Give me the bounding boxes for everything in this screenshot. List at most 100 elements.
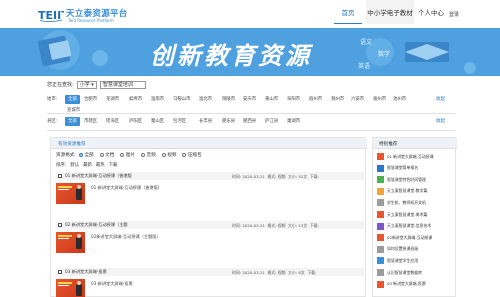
resource-format: 格式: 视频	[267, 174, 286, 179]
resource-subtitle[interactable]: 03 新讲堂大屏端-投票	[91, 281, 133, 287]
region-label: 地市:	[47, 97, 58, 102]
featured-item[interactable]: 认识智慧课堂数据库	[377, 268, 455, 277]
featured-item[interactable]: 智慧课堂特色时间管理	[377, 175, 455, 184]
format-option[interactable]: 文档	[99, 152, 114, 158]
search-input[interactable]: 智慧课堂培训	[99, 80, 146, 89]
region-option[interactable]: 滁州市	[331, 96, 344, 102]
county-option[interactable]: 瑶海区	[106, 118, 119, 124]
sort-option[interactable]: 默认	[70, 162, 79, 168]
radio-icon[interactable]	[78, 153, 83, 157]
featured-item[interactable]: 学生机、教师机开关机	[377, 198, 455, 207]
region-option[interactable]: 六安市	[351, 96, 364, 102]
county-option[interactable]: 长丰县	[199, 118, 212, 124]
region-option[interactable]: 马鞍山市	[173, 96, 191, 102]
resource-thumbnail[interactable]	[56, 279, 85, 297]
resource-meta: 时间: 2020-03-21 格式: 视频 大小: 8文 下载:	[232, 270, 316, 276]
region-option[interactable]: 黄山市	[265, 96, 278, 102]
county-option[interactable]: 肥东县	[222, 118, 235, 124]
nav-textbooks[interactable]: 中小学电子教材	[366, 0, 414, 24]
county-collapse-link[interactable]: 收起	[436, 118, 445, 124]
resource-format: 格式: 视频	[267, 223, 286, 228]
featured-thumbnail	[377, 211, 384, 218]
featured-item[interactable]: 智慧课堂简单报名	[377, 164, 455, 173]
svg-text:数学: 数学	[378, 50, 390, 58]
stage-value: 小学	[79, 82, 90, 88]
featured-item-label: 智慧课堂特色时间管理	[387, 176, 426, 182]
region-collapse-link[interactable]: 收起	[436, 96, 445, 102]
region-option[interactable]: 合肥市	[84, 96, 97, 102]
featured-item[interactable]: 天立泰智慧课堂-信息技术	[377, 222, 455, 231]
county-option[interactable]: 肥西县	[243, 118, 256, 124]
video-icon	[57, 270, 62, 274]
sort-option[interactable]: 最新	[83, 162, 92, 168]
format-option[interactable]: 图片	[120, 152, 135, 158]
format-filter: 资源格式: 全部 文档 图片 音频 视频 压缩包	[56, 152, 208, 158]
featured-item[interactable]: 03 新讲堂大屏端-投票	[377, 280, 455, 289]
featured-item-label: 03 新讲堂大屏端-投票	[387, 281, 426, 287]
resource-item-header[interactable]: 03 新讲堂大屏端-投票	[56, 268, 364, 276]
format-option[interactable]: 全部	[78, 152, 94, 158]
featured-item[interactable]: 天立泰智慧课堂-美术篇	[377, 210, 455, 219]
featured-item[interactable]: 天立泰智慧课堂-数学篇	[377, 187, 455, 196]
featured-panel: 特别推荐 01 新讲堂大屏端-互动授课 智慧课堂简单报名 智慧课堂特色时间管理 天立泰…	[372, 137, 457, 297]
featured-item[interactable]: 如何设置授课班级	[377, 245, 455, 254]
county-option[interactable]: 庐江县	[265, 118, 278, 124]
featured-item[interactable]: 02新讲堂大屏端-互动授课	[377, 233, 455, 242]
region-option[interactable]: 芜湖市	[106, 96, 119, 102]
radio-icon[interactable]	[161, 153, 166, 157]
radio-icon[interactable]	[182, 153, 187, 157]
resource-downloads: 下载:	[309, 174, 319, 179]
region-option[interactable]: 铜陵市	[222, 96, 235, 102]
login-link[interactable]: 登录	[449, 11, 459, 18]
featured-thumbnail	[377, 199, 384, 207]
sort-option[interactable]: 下载	[109, 162, 118, 168]
resource-thumbnail[interactable]	[56, 183, 85, 204]
format-option[interactable]: 音频	[141, 152, 156, 158]
resource-meta: 时间: 2020-03-21 格式: 视频 大小: 13文 下载:	[232, 223, 319, 229]
nav-home[interactable]: 首页	[334, 0, 362, 24]
resource-title[interactable]: 03 新讲堂大屏端-投票	[65, 269, 107, 275]
featured-item-label: 天立泰智慧课堂-美术篇	[387, 211, 428, 217]
featured-item[interactable]: 01 新讲堂大屏端-互动授课	[377, 152, 455, 161]
county-option[interactable]: 包河区	[173, 118, 186, 124]
logo-mark-text: TEIIT	[38, 9, 64, 22]
resource-title[interactable]: 01 新讲堂大屏端-互动授课（香港版	[65, 173, 132, 179]
resource-thumbnail[interactable]	[56, 232, 85, 253]
sort-bar: 排序: 默认 最新 最热 下载	[56, 162, 121, 168]
region-option[interactable]: 淮南市	[151, 96, 164, 102]
divider	[47, 113, 455, 114]
featured-item-label: 天立泰智慧课堂-数学篇	[387, 188, 428, 194]
county-option[interactable]: 庐阳区	[129, 118, 142, 124]
region-option[interactable]: 安庆市	[243, 96, 256, 102]
nav-user-center[interactable]: 个人中心	[416, 0, 446, 24]
top-header: TEIIT 天立泰资源平台 Teiit Resource Platform 首页…	[0, 0, 500, 28]
region-option[interactable]: 全部	[65, 94, 80, 104]
logo-icon[interactable]: TEIIT	[38, 8, 64, 22]
stage-select[interactable]: 小学 ▾	[76, 80, 97, 89]
region-option[interactable]: 蚌埠市	[129, 96, 142, 102]
county-option[interactable]: 巢湖市	[287, 118, 300, 124]
region-option[interactable]: 宿州市	[309, 96, 322, 102]
region-option[interactable]: 池州市	[393, 96, 406, 102]
county-option[interactable]: 市辖区	[84, 118, 97, 124]
hero-banner: 语文 数学 英语 创新教育资源	[0, 28, 500, 76]
radio-icon[interactable]	[141, 153, 146, 157]
format-option-label: 全部	[84, 153, 94, 158]
county-option[interactable]: 全部	[65, 116, 80, 126]
featured-thumbnail	[377, 222, 384, 230]
format-option[interactable]: 视频	[161, 152, 176, 158]
banner-title: 创新教育资源	[150, 42, 312, 70]
region-option[interactable]: 亳州市	[373, 96, 386, 102]
region-option[interactable]: 阜阳市	[287, 96, 300, 102]
sort-option[interactable]: 最热	[96, 162, 105, 168]
county-option[interactable]: 蜀山区	[151, 118, 164, 124]
resource-subtitle[interactable]: 02新讲堂大屏端-互动授课（主题版）	[91, 234, 161, 240]
resource-subtitle[interactable]: 01 新讲堂大屏端-互动授课（香港版）	[91, 185, 162, 191]
radio-icon[interactable]	[99, 153, 104, 157]
resource-title[interactable]: 02 新讲堂大屏端-互动授课（主题	[65, 222, 128, 228]
format-option[interactable]: 压缩包	[182, 152, 202, 158]
region-option[interactable]: 淮北市	[199, 96, 212, 102]
radio-icon[interactable]	[120, 153, 125, 157]
featured-item-label: 智慧课堂简单报名	[387, 165, 419, 171]
featured-item[interactable]: 智慧课堂学生应用	[377, 256, 455, 265]
